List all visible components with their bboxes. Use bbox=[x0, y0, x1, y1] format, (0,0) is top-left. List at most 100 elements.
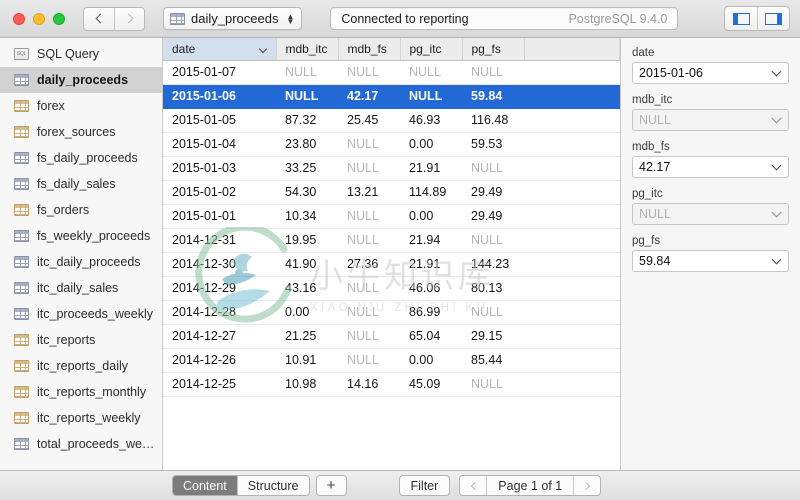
chevron-down-icon[interactable] bbox=[771, 66, 782, 77]
sidebar-item-forex[interactable]: forex bbox=[0, 93, 162, 119]
data-grid[interactable]: date mdb_itc mdb_fs pg_itc pg_fs 2015-01-07 N… bbox=[163, 38, 620, 397]
data-grid-body[interactable]: 2015-01-07 NULL NULL NULL NULL 2015-01-06 NULL… bbox=[163, 60, 620, 397]
sidebar-item-fs_daily_proceeds[interactable]: fs_daily_proceeds bbox=[0, 145, 162, 171]
table-row[interactable]: 2014-12-29 43.16 NULL 46.06 80.13 bbox=[163, 276, 620, 301]
cell-pg_fs[interactable]: 29.49 bbox=[462, 180, 524, 205]
sidebar-item-sqlquery[interactable]: SQL SQL Query bbox=[0, 41, 162, 67]
cell-mdb_itc[interactable]: 87.32 bbox=[276, 108, 338, 133]
inspector-field-input[interactable]: 2015-01-06 bbox=[632, 62, 789, 84]
cell-date[interactable]: 2015-01-01 bbox=[163, 204, 276, 229]
cell-pg_itc[interactable]: 86.99 bbox=[400, 300, 462, 325]
inspector-field-input[interactable]: 42.17 bbox=[632, 156, 789, 178]
previous-page-button[interactable] bbox=[460, 476, 486, 495]
cell-pg_itc[interactable]: 46.93 bbox=[400, 108, 462, 133]
sidebar-item-daily_proceeds[interactable]: daily_proceeds bbox=[0, 67, 162, 93]
cell-pg_fs[interactable]: 116.48 bbox=[462, 108, 524, 133]
cell-mdb_itc[interactable]: 43.16 bbox=[276, 276, 338, 301]
column-header-pg_itc[interactable]: pg_itc bbox=[400, 38, 463, 61]
inspector-field-input[interactable]: 59.84 bbox=[632, 250, 789, 272]
cell-mdb_itc[interactable]: 10.34 bbox=[276, 204, 338, 229]
table-row[interactable]: 2014-12-31 19.95 NULL 21.94 NULL bbox=[163, 228, 620, 253]
cell-date[interactable]: 2015-01-05 bbox=[163, 108, 276, 133]
next-page-button[interactable] bbox=[574, 476, 600, 495]
cell-pg_itc[interactable]: 21.91 bbox=[400, 156, 462, 181]
sidebar-item-itc_proceeds_weekly[interactable]: itc_proceeds_weekly bbox=[0, 301, 162, 327]
filter-button[interactable]: Filter bbox=[398, 475, 451, 496]
close-window-button[interactable] bbox=[13, 12, 25, 25]
table-row[interactable]: 2015-01-07 NULL NULL NULL NULL bbox=[163, 60, 620, 85]
cell-pg_itc[interactable]: 46.06 bbox=[400, 276, 462, 301]
cell-pg_fs[interactable]: 80.13 bbox=[462, 276, 524, 301]
chevron-down-icon[interactable] bbox=[771, 160, 782, 171]
cell-pg_itc[interactable]: 65.04 bbox=[400, 324, 462, 349]
tab-structure[interactable]: Structure bbox=[236, 476, 309, 495]
cell-pg_fs[interactable]: 85.44 bbox=[462, 348, 524, 373]
table-row[interactable]: 2015-01-02 54.30 13.21 114.89 29.49 bbox=[163, 180, 620, 205]
cell-mdb_itc[interactable]: 10.91 bbox=[276, 348, 338, 373]
cell-date[interactable]: 2015-01-03 bbox=[163, 156, 276, 181]
cell-mdb_itc[interactable]: NULL bbox=[276, 84, 338, 109]
cell-pg_fs[interactable]: NULL bbox=[462, 228, 524, 253]
cell-pg_fs[interactable]: 29.15 bbox=[462, 324, 524, 349]
table-row[interactable]: 2014-12-26 10.91 NULL 0.00 85.44 bbox=[163, 348, 620, 373]
cell-mdb_fs[interactable]: 27.36 bbox=[338, 252, 400, 277]
cell-date[interactable]: 2014-12-28 bbox=[163, 300, 276, 325]
cell-mdb_fs[interactable]: NULL bbox=[338, 348, 400, 373]
cell-pg_fs[interactable]: NULL bbox=[462, 156, 524, 181]
cell-mdb_fs[interactable]: NULL bbox=[338, 228, 400, 253]
cell-pg_itc[interactable]: 0.00 bbox=[400, 348, 462, 373]
maximize-window-button[interactable] bbox=[53, 12, 65, 25]
table-row[interactable]: 2014-12-28 0.00 NULL 86.99 NULL bbox=[163, 300, 620, 325]
cell-pg_itc[interactable]: 21.91 bbox=[400, 252, 462, 277]
cell-date[interactable]: 2014-12-25 bbox=[163, 372, 276, 397]
tables-sidebar[interactable]: SQL SQL Query daily_proceeds forex forex_sou… bbox=[0, 38, 163, 470]
cell-date[interactable]: 2014-12-31 bbox=[163, 228, 276, 253]
table-row[interactable]: 2015-01-01 10.34 NULL 0.00 29.49 bbox=[163, 204, 620, 229]
cell-mdb_itc[interactable]: NULL bbox=[276, 60, 338, 85]
sidebar-item-itc_reports_weekly[interactable]: itc_reports_weekly bbox=[0, 405, 162, 431]
chevron-down-icon[interactable] bbox=[771, 254, 782, 265]
left-panel-toggle-button[interactable] bbox=[725, 7, 757, 30]
cell-pg_itc[interactable]: 45.09 bbox=[400, 372, 462, 397]
cell-date[interactable]: 2014-12-27 bbox=[163, 324, 276, 349]
column-header-date[interactable]: date bbox=[163, 38, 277, 61]
cell-mdb_itc[interactable]: 23.80 bbox=[276, 132, 338, 157]
cell-mdb_itc[interactable]: 0.00 bbox=[276, 300, 338, 325]
table-row[interactable]: 2014-12-25 10.98 14.16 45.09 NULL bbox=[163, 372, 620, 397]
cell-pg_fs[interactable]: 29.49 bbox=[462, 204, 524, 229]
cell-mdb_itc[interactable]: 41.90 bbox=[276, 252, 338, 277]
cell-mdb_itc[interactable]: 21.25 bbox=[276, 324, 338, 349]
cell-mdb_fs[interactable]: 14.16 bbox=[338, 372, 400, 397]
cell-pg_fs[interactable]: NULL bbox=[462, 60, 524, 85]
column-header-pg_fs[interactable]: pg_fs bbox=[462, 38, 525, 61]
column-header-mdb_itc[interactable]: mdb_itc bbox=[276, 38, 339, 61]
tab-content[interactable]: Content bbox=[173, 476, 237, 495]
table-row[interactable]: 2014-12-30 41.90 27.36 21.91 144.23 bbox=[163, 252, 620, 277]
cell-pg_itc[interactable]: NULL bbox=[400, 60, 462, 85]
cell-mdb_itc[interactable]: 33.25 bbox=[276, 156, 338, 181]
table-row[interactable]: 2014-12-27 21.25 NULL 65.04 29.15 bbox=[163, 324, 620, 349]
cell-mdb_fs[interactable]: 42.17 bbox=[338, 84, 400, 109]
chevron-down-icon[interactable] bbox=[771, 113, 782, 124]
add-row-button[interactable]: + bbox=[315, 475, 347, 496]
cell-pg_itc[interactable]: 21.94 bbox=[400, 228, 462, 253]
cell-mdb_fs[interactable]: NULL bbox=[338, 300, 400, 325]
sidebar-item-fs_daily_sales[interactable]: fs_daily_sales bbox=[0, 171, 162, 197]
cell-date[interactable]: 2014-12-29 bbox=[163, 276, 276, 301]
sidebar-item-forex_sources[interactable]: forex_sources bbox=[0, 119, 162, 145]
cell-mdb_fs[interactable]: NULL bbox=[338, 156, 400, 181]
cell-date[interactable]: 2015-01-02 bbox=[163, 180, 276, 205]
table-row[interactable]: 2015-01-03 33.25 NULL 21.91 NULL bbox=[163, 156, 620, 181]
data-grid-container[interactable]: date mdb_itc mdb_fs pg_itc pg_fs 2015-01-07 N… bbox=[163, 38, 620, 470]
sidebar-item-total_proceeds_we[interactable]: total_proceeds_we… bbox=[0, 431, 162, 457]
cell-date[interactable]: 2014-12-30 bbox=[163, 252, 276, 277]
right-panel-toggle-button[interactable] bbox=[757, 7, 789, 30]
cell-pg_fs[interactable]: 59.84 bbox=[462, 84, 524, 109]
cell-mdb_fs[interactable]: 25.45 bbox=[338, 108, 400, 133]
cell-date[interactable]: 2014-12-26 bbox=[163, 348, 276, 373]
sidebar-item-itc_daily_sales[interactable]: itc_daily_sales bbox=[0, 275, 162, 301]
back-button[interactable] bbox=[84, 8, 114, 30]
sidebar-item-itc_daily_proceeds[interactable]: itc_daily_proceeds bbox=[0, 249, 162, 275]
cell-pg_itc[interactable]: 0.00 bbox=[400, 204, 462, 229]
sidebar-item-itc_reports_monthly[interactable]: itc_reports_monthly bbox=[0, 379, 162, 405]
